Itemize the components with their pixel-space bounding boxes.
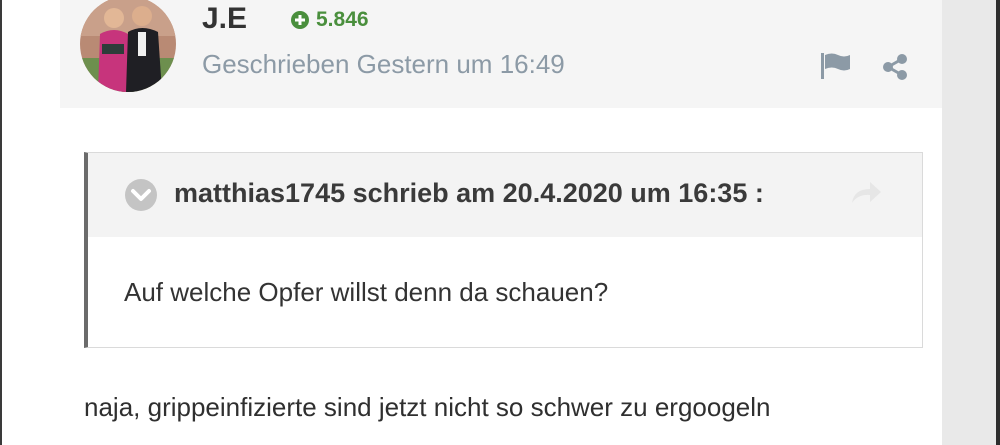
screen-edge-right xyxy=(996,0,1000,445)
reply-arrow-icon[interactable] xyxy=(850,179,882,207)
quote-header: matthias1745 schrieb am 20.4.2020 um 16:… xyxy=(88,153,922,237)
quote-citation: matthias1745 schrieb am 20.4.2020 um 16:… xyxy=(174,178,764,208)
share-icon[interactable] xyxy=(880,52,910,82)
flag-icon[interactable] xyxy=(820,52,852,80)
post-content: naja, grippeinfizierte sind jetzt nicht … xyxy=(84,392,771,422)
reputation-value: 5.846 xyxy=(316,8,369,31)
left-gutter xyxy=(2,0,60,445)
author-name[interactable]: J.E xyxy=(202,2,247,36)
forum-post: J.E 5.846 Geschrieben Gestern um 16:49 m… xyxy=(60,0,942,445)
quote-block: matthias1745 schrieb am 20.4.2020 um 16:… xyxy=(84,152,923,348)
post-header: J.E 5.846 Geschrieben Gestern um 16:49 xyxy=(60,0,942,108)
reputation-badge[interactable]: 5.846 xyxy=(290,8,369,32)
plus-circle-icon xyxy=(290,10,310,30)
author-avatar[interactable] xyxy=(80,0,176,92)
quote-text: Auf welche Opfer willst denn da schauen? xyxy=(124,277,609,307)
post-timestamp[interactable]: Geschrieben Gestern um 16:49 xyxy=(202,49,565,80)
avatar-photo-icon xyxy=(80,0,176,92)
chevron-down-icon[interactable] xyxy=(124,178,158,212)
